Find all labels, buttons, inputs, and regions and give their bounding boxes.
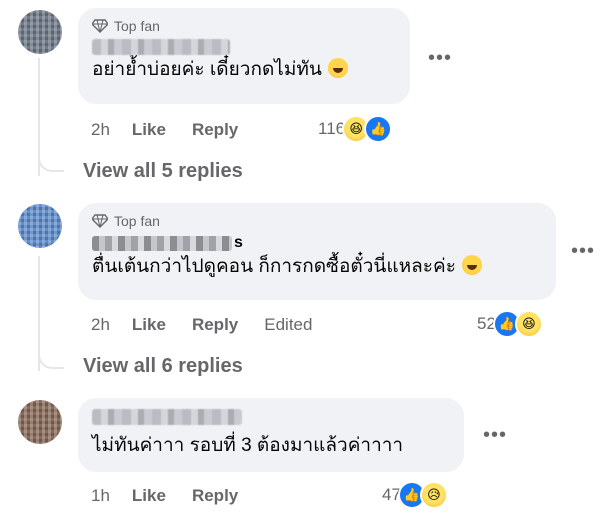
view-replies-link[interactable]: View all 6 replies [83,355,243,378]
sad-face-icon: 😥 [419,481,448,509]
top-fan-badge: Top fan [92,212,542,230]
edited-label: Edited [264,315,313,334]
reaction-count: 116 [318,119,346,138]
reply-connector [38,343,64,369]
like-button[interactable]: Like [132,486,166,506]
reaction-summary[interactable]: 116 😆 👍 [318,115,393,143]
view-replies-link[interactable]: View all 5 replies [83,160,243,183]
timestamp[interactable]: 1h [91,486,110,506]
more-options-icon[interactable]: ••• [571,241,595,261]
laughing-face-icon: 😆 [514,310,543,338]
like-button[interactable]: Like [132,315,166,335]
reply-button[interactable]: Reply [192,120,238,140]
timestamp[interactable]: 2h [91,315,110,335]
avatar[interactable] [18,204,62,248]
more-options-icon[interactable]: ••• [483,425,507,445]
badge-label: Top fan [114,18,160,34]
comment-actions: 2h Like Reply Edited [91,313,312,337]
comment-bubble: Top fan s ตื่นเต้นกว่าไปดูคอน ก็การกดซื้… [78,203,556,300]
top-fan-badge: Top fan [92,17,396,35]
reply-connector [38,146,64,172]
more-options-icon[interactable]: ••• [428,48,452,68]
reaction-summary[interactable]: 52 👍 😆 [477,310,543,338]
comment-bubble: ไม่ทันค่าาา รอบที่ 3 ต้องมาแล้วค่าาาา [78,398,464,472]
avatar[interactable] [18,10,62,54]
author-name[interactable]: s [92,234,542,252]
diamond-icon [92,214,108,228]
laughing-face-icon [461,255,482,275]
comment-actions: 2h Like Reply [91,118,264,142]
name-redaction [92,235,232,251]
reply-button[interactable]: Reply [192,315,238,335]
author-name[interactable] [92,39,230,55]
comment-actions: 1h Like Reply [91,484,264,508]
author-name[interactable] [92,409,242,425]
comment-bubble: Top fan อย่าย้ำบ่อยค่ะ เดี๋ยวกดไม่ทัน [78,8,410,104]
reply-button[interactable]: Reply [192,486,238,506]
badge-label: Top fan [114,213,160,229]
diamond-icon [92,19,108,33]
avatar[interactable] [18,400,62,444]
comment-text: ไม่ทันค่าาา รอบที่ 3 ต้องมาแล้วค่าาาา [92,435,404,456]
comment-text: อย่าย้ำบ่อยค่ะ เดี๋ยวกดไม่ทัน [92,57,396,83]
comment-text: ตื่นเต้นกว่าไปดูคอน ก็การกดซื้อตั๋วนี่แห… [92,254,542,280]
reaction-summary[interactable]: 47 👍 😥 [382,481,448,509]
timestamp[interactable]: 2h [91,120,110,140]
laughing-face-icon [327,58,348,78]
like-button[interactable]: Like [132,120,166,140]
thumbs-up-icon: 👍 [364,115,393,143]
